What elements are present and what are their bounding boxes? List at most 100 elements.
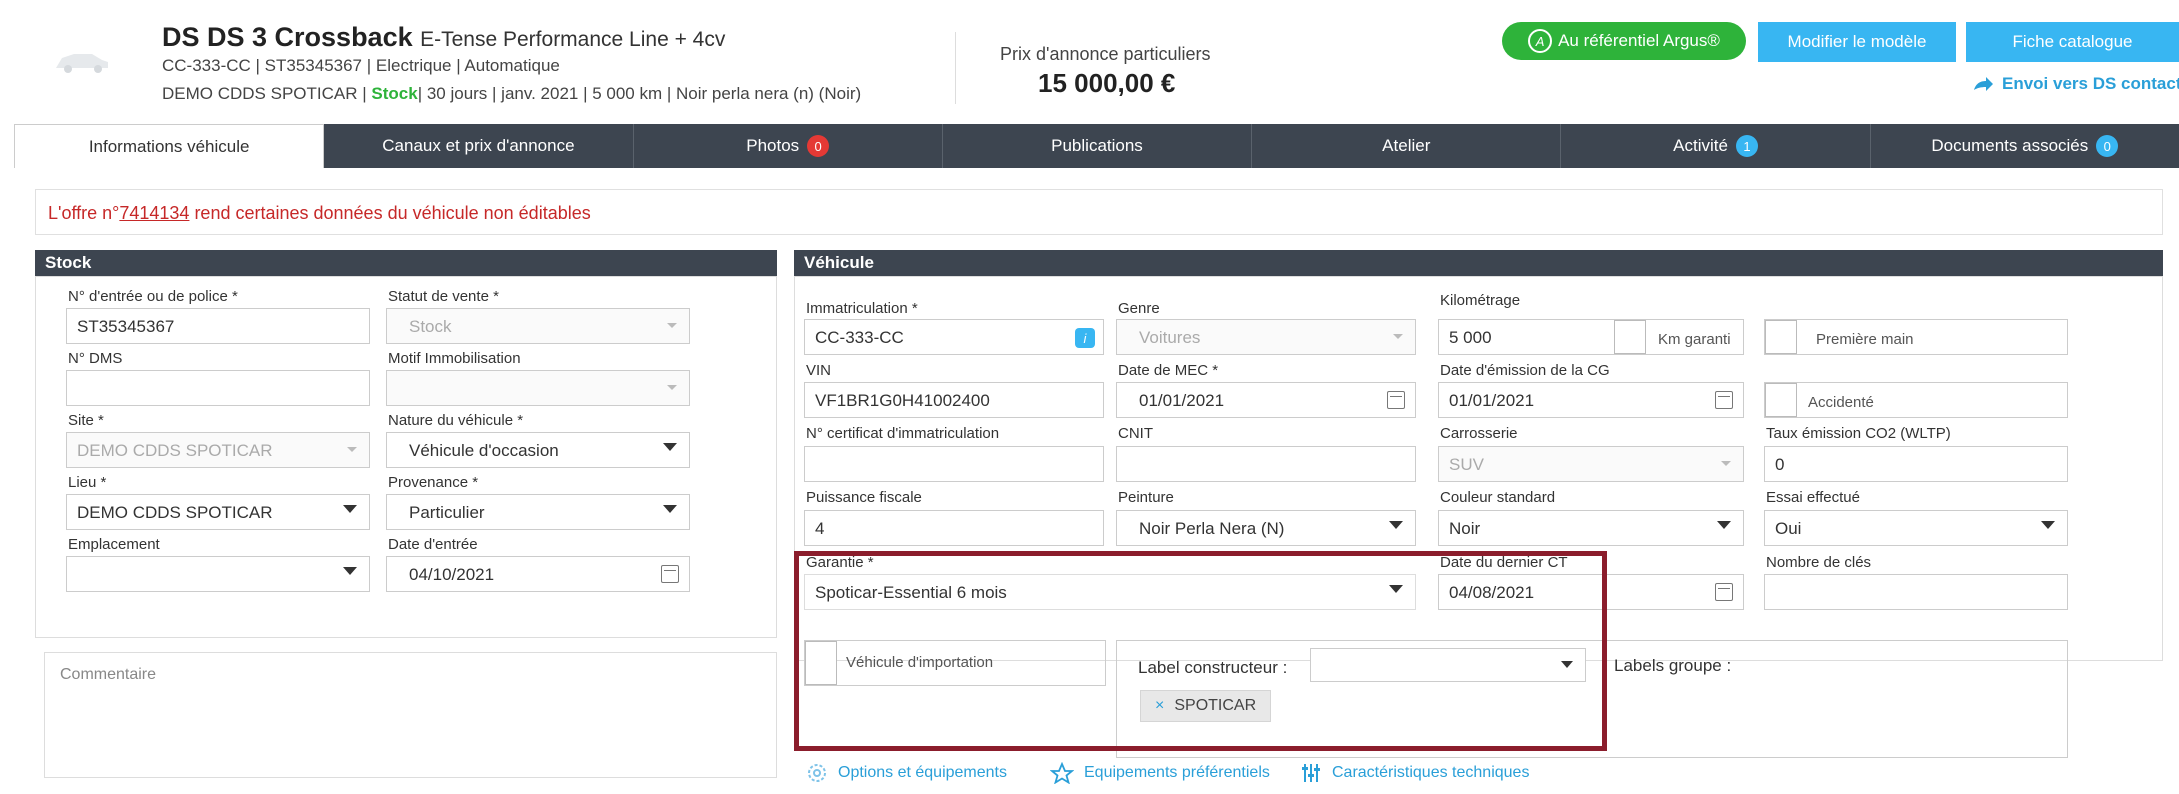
documents-count-badge: 0	[2096, 135, 2119, 157]
tab-workshop[interactable]: Atelier	[1252, 124, 1562, 168]
highlight-box	[794, 551, 1607, 751]
technical-specs-label: Caractéristiques techniques	[1332, 764, 1530, 781]
chevron-down-icon	[663, 505, 677, 513]
co2-field[interactable]: 0	[1764, 446, 2068, 482]
stock-panel-header: Stock	[35, 250, 777, 276]
tab-publications[interactable]: Publications	[943, 124, 1253, 168]
peinture-select[interactable]: Noir Perla Nera (N)	[1116, 510, 1416, 546]
essai-select[interactable]: Oui	[1764, 510, 2068, 546]
tab-label: Documents associés	[1931, 136, 2089, 155]
share-arrow-icon	[1974, 77, 1993, 91]
preferred-equipment-link[interactable]: Equipements préférentiels	[1050, 762, 1270, 784]
site-label: Site *	[68, 412, 104, 429]
essai-label: Essai effectué	[1766, 489, 1860, 506]
tab-label: Photos	[746, 136, 800, 155]
first-hand-label: Première main	[1816, 331, 1914, 348]
argus-button[interactable]: A Au référentiel Argus®	[1502, 22, 1746, 60]
site-text: DEMO CDDS SPOTICAR |	[162, 84, 372, 103]
genre-value: Voitures	[1139, 328, 1201, 347]
modify-model-button[interactable]: Modifier le modèle	[1758, 22, 1956, 62]
tab-channels-prices[interactable]: Canaux et prix d'annonce	[324, 124, 634, 168]
keys-label: Nombre de clés	[1766, 554, 1872, 571]
lieu-value: DEMO CDDS SPOTICAR	[77, 503, 273, 522]
nature-label: Nature du véhicule *	[388, 412, 524, 429]
cert-field[interactable]	[804, 446, 1104, 482]
argus-icon: A	[1528, 29, 1553, 53]
info-icon[interactable]: i	[1075, 328, 1095, 348]
calendar-icon[interactable]	[1715, 583, 1733, 601]
argus-label: Au référentiel Argus®	[1558, 31, 1720, 50]
immob-label: Motif Immobilisation	[388, 350, 521, 367]
puissance-field[interactable]: 4	[804, 510, 1104, 546]
sale-status-label: Statut de vente *	[388, 288, 499, 305]
tab-label: Informations véhicule	[88, 136, 250, 156]
provenance-label: Provenance *	[388, 474, 479, 491]
immob-select[interactable]	[386, 370, 690, 406]
chevron-down-icon	[1389, 521, 1403, 529]
offer-link[interactable]: 7414134	[119, 203, 189, 223]
sale-status-select[interactable]: Stock	[386, 308, 690, 344]
first-hand-checkbox[interactable]	[1765, 320, 1797, 354]
dms-field[interactable]	[66, 370, 370, 406]
tab-activity[interactable]: Activité 1	[1561, 124, 1871, 168]
keys-field[interactable]	[1764, 574, 2068, 610]
lieu-select[interactable]: DEMO CDDS SPOTICAR	[66, 494, 370, 530]
tab-label: Activité	[1673, 136, 1728, 155]
chevron-down-icon	[1717, 521, 1731, 529]
tab-bar: Informations véhicule Canaux et prix d'a…	[14, 124, 2179, 168]
vehicle-version: E-Tense Performance Line + 4cv	[420, 28, 726, 51]
stock-status: Stock	[371, 84, 418, 103]
tab-documents[interactable]: Documents associés 0	[1871, 124, 2179, 168]
emplacement-select[interactable]	[66, 556, 370, 592]
peinture-value: Noir Perla Nera (N)	[1139, 519, 1285, 538]
mec-label: Date de MEC *	[1118, 362, 1219, 379]
site-value: DEMO CDDS SPOTICAR	[77, 441, 273, 460]
chevron-down-icon	[1393, 334, 1403, 339]
nature-value: Véhicule d'occasion	[409, 441, 559, 460]
chevron-down-icon	[663, 443, 677, 451]
essai-value: Oui	[1775, 519, 1802, 538]
carrosserie-select[interactable]: SUV	[1438, 446, 1744, 482]
km-guaranteed-checkbox[interactable]	[1614, 320, 1646, 354]
calendar-icon[interactable]	[1715, 391, 1733, 409]
emplacement-label: Emplacement	[68, 536, 160, 553]
ds-contact-link[interactable]: Envoi vers DS contact	[1972, 74, 2179, 94]
tab-label: Canaux et prix d'annonce	[382, 136, 575, 155]
vin-field[interactable]: VF1BR1G0H41002400	[804, 382, 1104, 418]
site-select[interactable]: DEMO CDDS SPOTICAR	[66, 432, 370, 468]
nature-select[interactable]: Véhicule d'occasion	[386, 432, 690, 468]
non-editable-notice: L'offre n°7414134 rend certaines données…	[35, 189, 2163, 235]
cg-label: Date d'émission de la CG	[1440, 362, 1610, 379]
catalog-button[interactable]: Fiche catalogue	[1966, 22, 2179, 62]
entry-no-label: N° d'entrée ou de police *	[68, 288, 238, 305]
chevron-down-icon	[347, 447, 357, 452]
calendar-icon[interactable]	[661, 565, 679, 583]
calendar-icon[interactable]	[1387, 391, 1405, 409]
genre-select[interactable]: Voitures	[1116, 319, 1416, 355]
km-label: Kilométrage	[1440, 292, 1521, 309]
star-icon	[1050, 762, 1074, 784]
entry-no-field[interactable]: ST35345367	[66, 308, 370, 344]
cg-date-field[interactable]: 01/01/2021	[1438, 382, 1744, 418]
notice-suffix: rend certaines données du véhicule non é…	[189, 203, 591, 223]
technical-specs-link[interactable]: Caractéristiques techniques	[1300, 762, 1529, 784]
cnit-label: CNIT	[1118, 425, 1153, 442]
provenance-select[interactable]: Particulier	[386, 494, 690, 530]
cnit-field[interactable]	[1116, 446, 1416, 482]
vehicle-model: DS DS 3 Crossback	[162, 22, 413, 52]
ds-link-label: Envoi vers DS contact	[2002, 74, 2179, 93]
options-link[interactable]: Options et équipements	[806, 762, 1007, 784]
immat-value: CC-333-CC	[815, 328, 904, 347]
tab-vehicle-info[interactable]: Informations véhicule	[14, 124, 325, 168]
tab-photos[interactable]: Photos 0	[634, 124, 943, 168]
vin-label: VIN	[806, 362, 832, 379]
car-icon	[56, 54, 108, 73]
photos-count-badge: 0	[807, 135, 830, 157]
entry-date-field[interactable]: 04/10/2021	[386, 556, 690, 592]
carrosserie-label: Carrosserie	[1440, 425, 1518, 442]
immat-field[interactable]: CC-333-CC i	[804, 319, 1104, 355]
couleur-select[interactable]: Noir	[1438, 510, 1744, 546]
price-value: 15 000,00 €	[1038, 68, 1176, 98]
accident-checkbox[interactable]	[1765, 383, 1797, 417]
mec-date-field[interactable]: 01/01/2021	[1116, 382, 1416, 418]
